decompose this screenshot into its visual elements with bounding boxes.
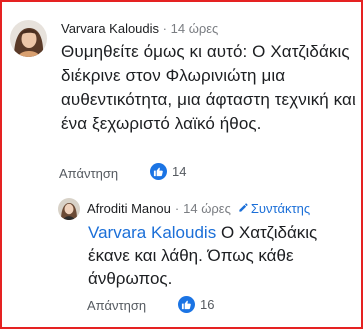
like-count: 14: [172, 164, 187, 179]
author-badge: Συντάκτης: [238, 201, 310, 216]
like-count: 16: [200, 297, 215, 312]
comment-author[interactable]: Afroditi Manou: [87, 201, 171, 216]
comment-time[interactable]: 14 ώρες: [171, 21, 219, 36]
comment-header: Varvara Kaloudis · 14 ώρες: [61, 21, 218, 36]
comment-header: Afroditi Manou · 14 ώρες Συντάκτης: [87, 201, 310, 216]
comment-thread: Varvara Kaloudis · 14 ώρες Θυμηθείτε όμω…: [0, 0, 363, 329]
comment-author[interactable]: Varvara Kaloudis: [61, 21, 159, 36]
pencil-icon: [238, 201, 249, 216]
thumbs-up-icon: [178, 296, 195, 313]
avatar[interactable]: [10, 20, 47, 57]
separator: ·: [162, 21, 168, 36]
comment-text: Varvara Kaloudis Ο Χατζιδάκις έκανε και …: [88, 221, 348, 290]
mention-link[interactable]: Varvara Kaloudis: [88, 223, 216, 242]
author-badge-label: Συντάκτης: [250, 201, 311, 216]
reply-button[interactable]: Απάντηση: [59, 166, 118, 181]
reply-button[interactable]: Απάντηση: [87, 298, 146, 313]
comment-time[interactable]: 14 ώρες: [183, 201, 231, 216]
separator: ·: [174, 201, 180, 216]
like-reactions[interactable]: 14: [150, 163, 186, 180]
avatar[interactable]: [58, 198, 80, 220]
comment-text: Θυμηθείτε όμως κι αυτό: Ο Χατζιδάκις διέ…: [61, 42, 356, 133]
thumbs-up-icon: [150, 163, 167, 180]
like-reactions[interactable]: 16: [178, 296, 214, 313]
